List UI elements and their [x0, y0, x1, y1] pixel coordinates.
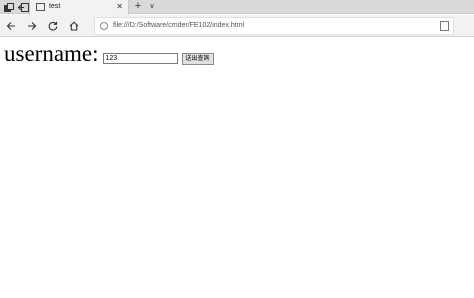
username-input[interactable]: [102, 53, 178, 64]
tab-test[interactable]: test ✕: [29, 0, 129, 15]
tab-strip: test ✕ + ∨: [0, 0, 474, 15]
page-content: username: 送出查詢: [0, 38, 474, 298]
refresh-icon: [48, 21, 58, 31]
page-favicon-icon: [36, 3, 45, 11]
submit-query-button[interactable]: 送出查詢: [181, 53, 214, 65]
site-info-icon[interactable]: [100, 22, 108, 30]
arrow-left-icon: [6, 22, 15, 30]
browser-toolbar: file:///D:/Software/cmder/FE102/index.ht…: [0, 15, 474, 37]
arrow-right-icon: [28, 22, 37, 30]
tab-list-chevron-icon[interactable]: ∨: [147, 0, 157, 14]
home-icon: [69, 21, 79, 31]
username-form: username: 送出查詢: [4, 42, 214, 66]
address-url[interactable]: file:///D:/Software/cmder/FE102/index.ht…: [113, 20, 244, 32]
home-button[interactable]: [66, 18, 82, 34]
tab-actions-icon[interactable]: [2, 1, 16, 13]
refresh-button[interactable]: [45, 18, 61, 34]
forward-button[interactable]: [24, 18, 40, 34]
reading-view-icon[interactable]: [440, 21, 449, 31]
address-bar[interactable]: file:///D:/Software/cmder/FE102/index.ht…: [94, 17, 454, 35]
set-tabs-aside-icon[interactable]: [16, 1, 30, 13]
username-label: username:: [4, 41, 99, 66]
new-tab-button[interactable]: +: [133, 0, 143, 14]
back-button[interactable]: [3, 18, 19, 34]
tab-title: test: [49, 3, 61, 10]
close-tab-icon[interactable]: ✕: [116, 1, 123, 12]
